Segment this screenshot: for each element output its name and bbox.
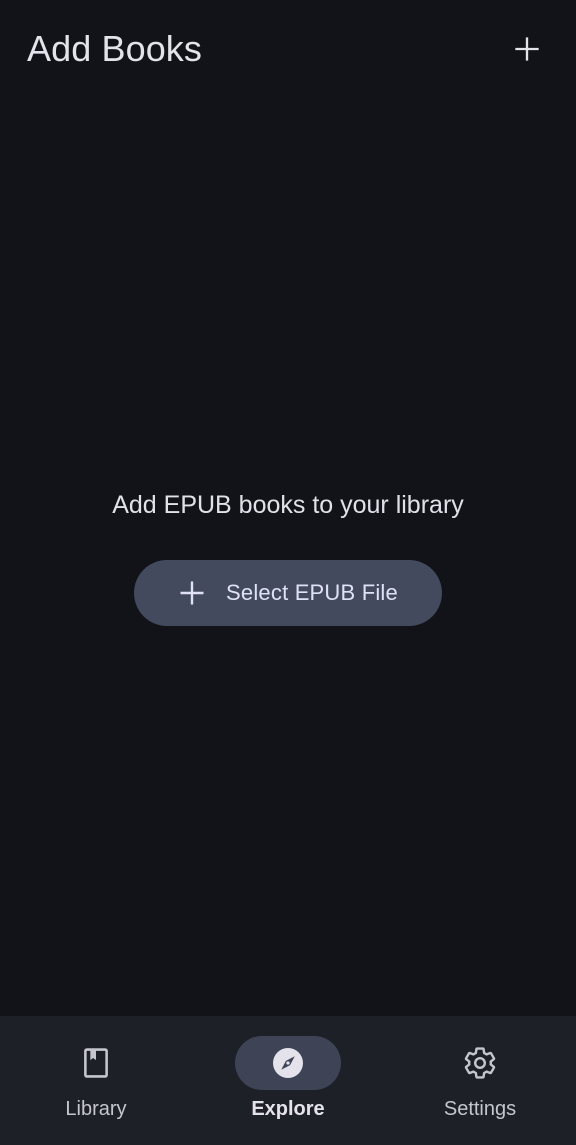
plus-icon bbox=[178, 579, 206, 607]
nav-item-library[interactable]: Library bbox=[0, 1016, 192, 1145]
empty-state-message: Add EPUB books to your library bbox=[112, 491, 464, 519]
nav-item-explore[interactable]: Explore bbox=[192, 1016, 384, 1145]
app-screen: Add Books Add EPUB books to your library… bbox=[0, 0, 576, 1145]
bottom-navigation-bar: Library Explore Settings bbox=[0, 1016, 576, 1145]
compass-icon bbox=[270, 1045, 306, 1081]
nav-label-library: Library bbox=[65, 1098, 127, 1120]
nav-indicator-explore bbox=[235, 1036, 341, 1090]
nav-item-settings[interactable]: Settings bbox=[384, 1016, 576, 1145]
add-book-button[interactable] bbox=[504, 26, 550, 72]
page-title: Add Books bbox=[27, 28, 203, 69]
gear-icon bbox=[462, 1045, 498, 1081]
plus-icon bbox=[513, 35, 541, 63]
nav-indicator-library bbox=[43, 1036, 149, 1090]
nav-indicator-settings bbox=[427, 1036, 533, 1090]
book-icon bbox=[79, 1046, 113, 1080]
select-epub-file-button[interactable]: Select EPUB File bbox=[134, 560, 442, 626]
select-epub-file-label: Select EPUB File bbox=[226, 580, 398, 605]
nav-label-settings: Settings bbox=[443, 1098, 517, 1120]
nav-label-explore: Explore bbox=[251, 1098, 325, 1120]
empty-state: Add EPUB books to your library bbox=[0, 486, 576, 524]
top-app-bar: Add Books bbox=[0, 0, 576, 98]
